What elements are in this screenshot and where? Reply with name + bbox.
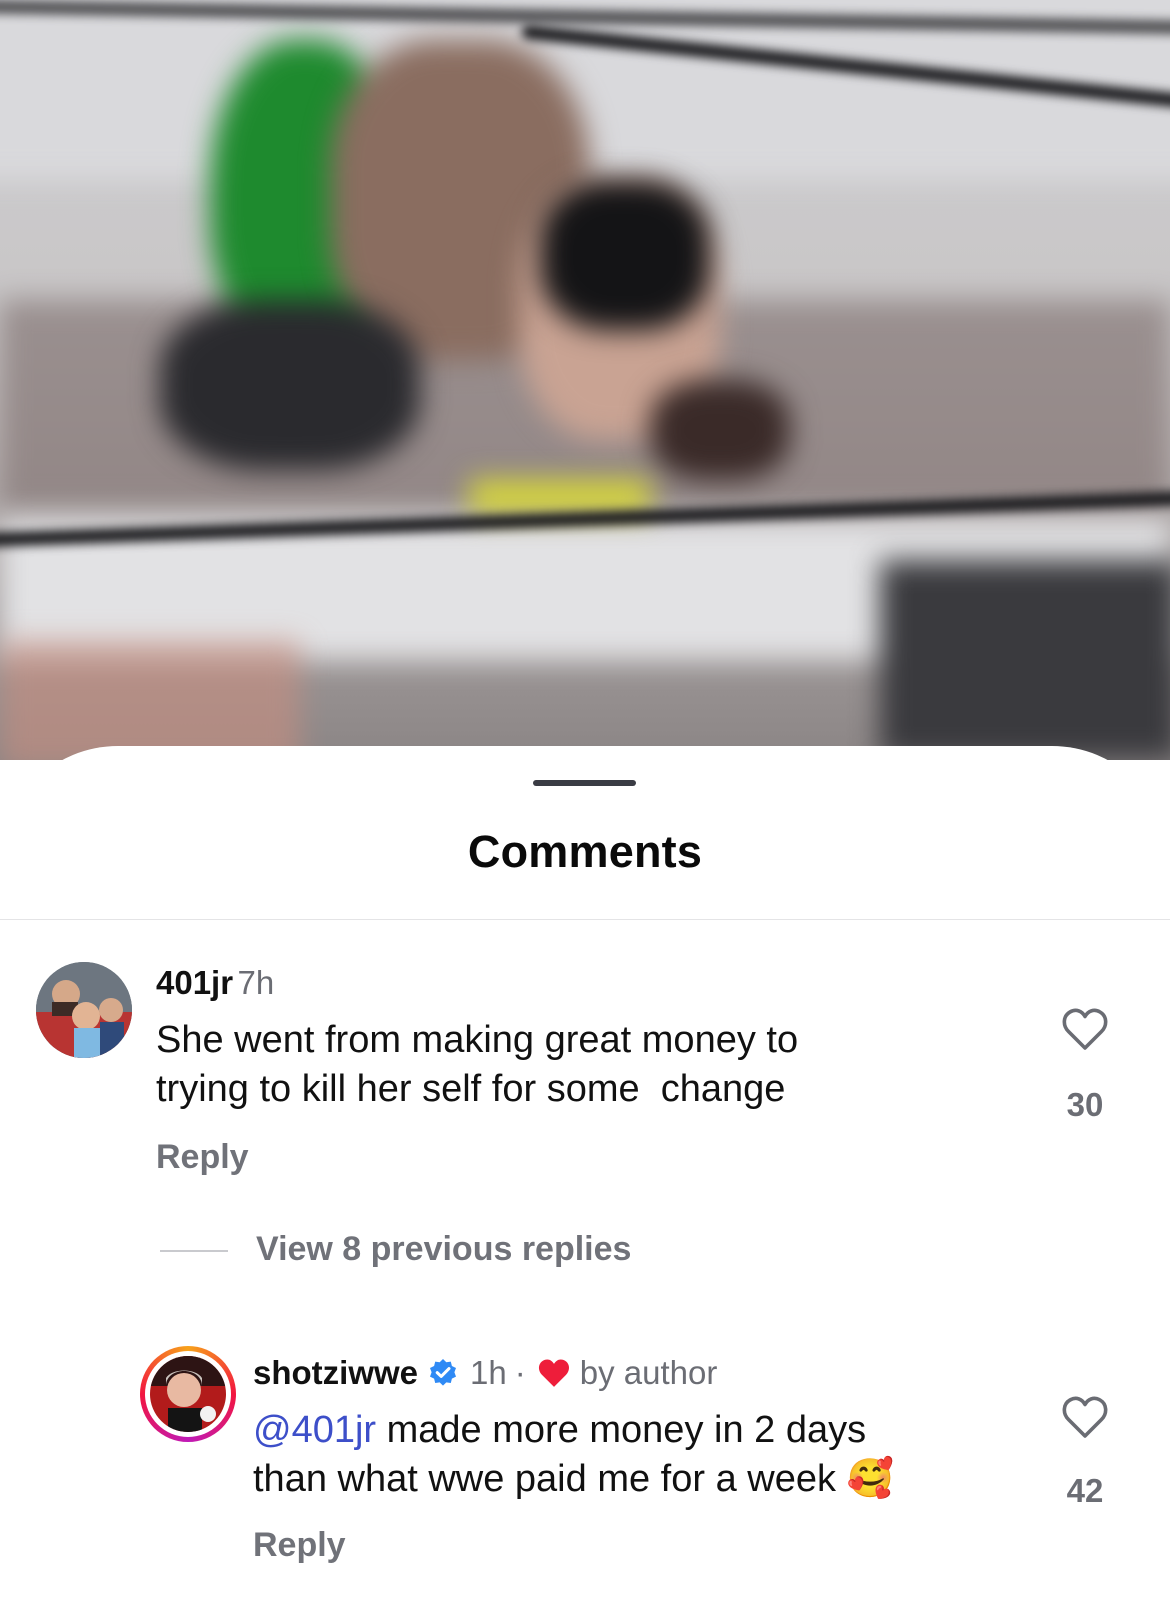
heart-outline-icon [1062, 1008, 1108, 1050]
comment-username[interactable]: shotziwwe [253, 1354, 418, 1392]
avatar-photo [36, 962, 132, 1058]
comment-text-segment: than what wwe paid me for a week [253, 1458, 836, 1500]
reply-button[interactable]: Reply [156, 1138, 249, 1177]
meta-separator: · [514, 1354, 526, 1391]
comment-text: She went from making great money to tryi… [156, 1016, 1016, 1114]
reply-button[interactable]: Reply [253, 1526, 346, 1565]
like-button[interactable] [1061, 1395, 1109, 1441]
comment-time: 7h [237, 964, 275, 1001]
like-count: 42 [1066, 1472, 1104, 1509]
header-divider [0, 919, 1170, 920]
avatar [150, 1356, 226, 1432]
comment-text: @401jr made more money in 2 days than wh… [253, 1406, 1013, 1504]
comment-text-segment: made more money in 2 days [376, 1409, 867, 1451]
comment-text-line: She went from making great money to [156, 1019, 799, 1061]
avatar[interactable] [36, 962, 132, 1058]
comment-time: 1h [470, 1354, 507, 1391]
view-previous-replies-button[interactable]: View 8 previous replies [256, 1230, 631, 1269]
mention-link[interactable]: @401jr [253, 1409, 376, 1451]
like-count: 30 [1066, 1086, 1104, 1123]
comment-text-line: than what wwe paid me for a week 🥰 [253, 1455, 1013, 1504]
video-background[interactable] [0, 0, 1170, 760]
comment-text-line: trying to kill her self for some change [156, 1068, 786, 1110]
verified-badge-icon [428, 1358, 458, 1388]
comment-text-line: @401jr made more money in 2 days [253, 1406, 1013, 1455]
heart-filled-icon [536, 1357, 572, 1389]
avatar-photo [150, 1356, 226, 1432]
replies-divider-line [160, 1250, 228, 1252]
like-button[interactable] [1061, 1007, 1109, 1053]
drag-handle[interactable] [533, 780, 636, 786]
avatar-story-ring[interactable] [140, 1346, 236, 1442]
comment-username[interactable]: 401jr [156, 964, 233, 1001]
author-liked-label: by author [579, 1354, 718, 1391]
smiling-hearts-emoji: 🥰 [846, 1458, 894, 1500]
heart-outline-icon [1062, 1396, 1108, 1438]
sheet-title: Comments [467, 826, 703, 877]
